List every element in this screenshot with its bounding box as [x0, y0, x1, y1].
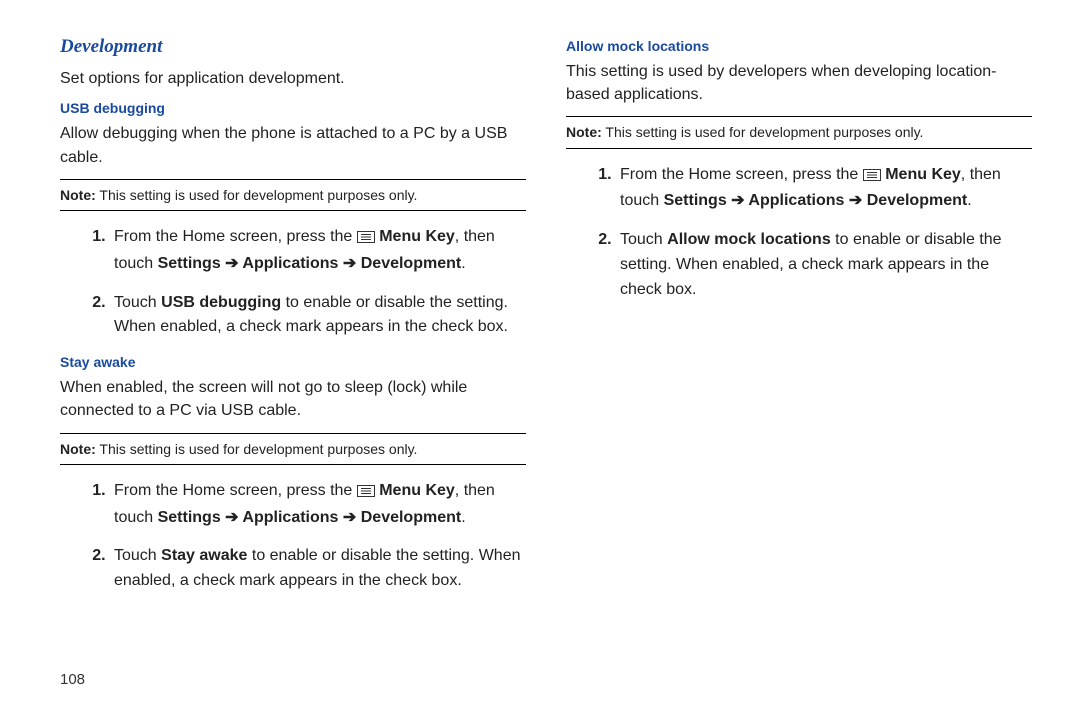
stay-paragraph: When enabled, the screen will not go to … — [60, 376, 526, 422]
stay-step-2: Touch Stay awake to enable or disable th… — [110, 544, 526, 594]
usb-step-2: Touch USB debugging to enable or disable… — [110, 291, 526, 341]
note-label: Note: — [60, 187, 96, 203]
page-number: 108 — [60, 671, 85, 688]
heading-development: Development — [60, 36, 526, 58]
stay-step-1: From the Home screen, press the Menu Key… — [110, 479, 526, 531]
menu-key-label: Menu Key — [379, 228, 455, 245]
menu-key-icon — [357, 227, 375, 252]
mock-step-1: From the Home screen, press the Menu Key… — [616, 163, 1032, 215]
mock-steps: From the Home screen, press the Menu Key… — [594, 163, 1032, 303]
manual-page: Development Set options for application … — [0, 0, 1080, 720]
mock-paragraph: This setting is used by developers when … — [566, 60, 1032, 106]
note-text: This setting is used for development pur… — [96, 187, 418, 203]
intro-text: Set options for application development. — [60, 68, 526, 90]
heading-allow-mock-locations: Allow mock locations — [566, 38, 1032, 54]
usb-steps: From the Home screen, press the Menu Key… — [88, 225, 526, 340]
heading-usb-debugging: USB debugging — [60, 100, 526, 116]
heading-stay-awake: Stay awake — [60, 354, 526, 370]
usb-step-1: From the Home screen, press the Menu Key… — [110, 225, 526, 277]
note-label: Note: — [566, 124, 602, 140]
left-column: Development Set options for application … — [60, 36, 526, 700]
menu-key-label: Menu Key — [885, 166, 961, 183]
mock-note: Note: This setting is used for developme… — [566, 116, 1032, 148]
mock-step-2: Touch Allow mock locations to enable or … — [616, 228, 1032, 302]
usb-paragraph: Allow debugging when the phone is attach… — [60, 122, 526, 168]
usb-note: Note: This setting is used for developme… — [60, 179, 526, 211]
menu-key-icon — [863, 165, 881, 190]
note-label: Note: — [60, 441, 96, 457]
right-column: Allow mock locations This setting is use… — [566, 36, 1032, 700]
note-text: This setting is used for development pur… — [96, 441, 418, 457]
menu-key-label: Menu Key — [379, 482, 455, 499]
note-text: This setting is used for development pur… — [602, 124, 924, 140]
stay-note: Note: This setting is used for developme… — [60, 433, 526, 465]
stay-steps: From the Home screen, press the Menu Key… — [88, 479, 526, 594]
menu-key-icon — [357, 481, 375, 506]
